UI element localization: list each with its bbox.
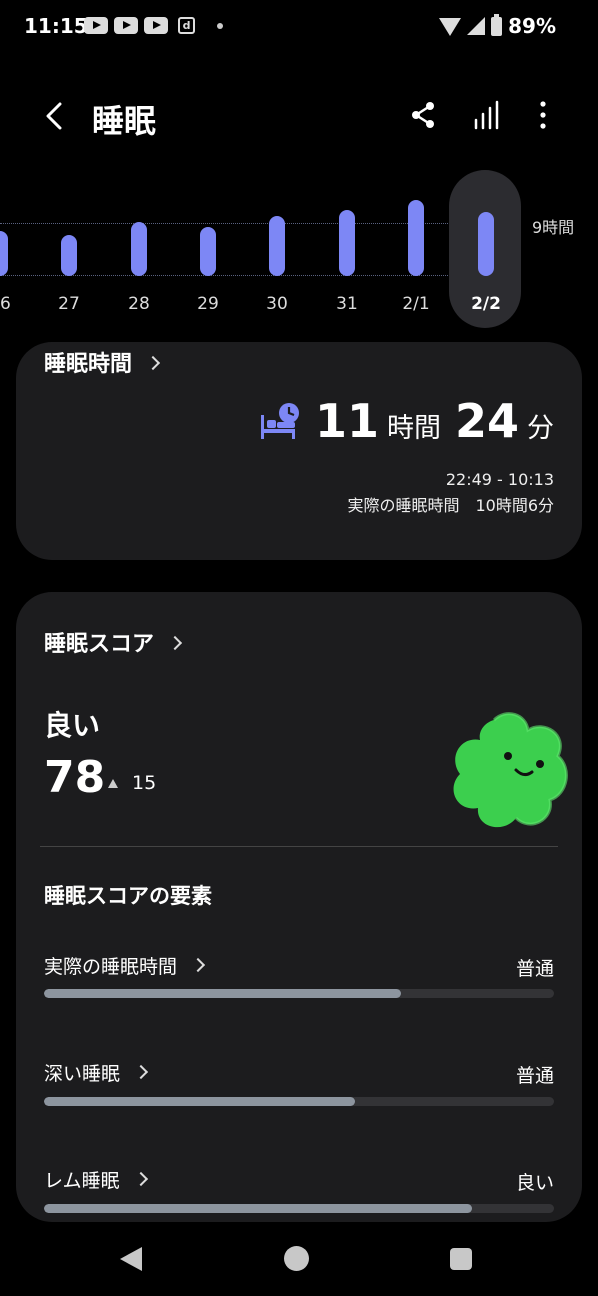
sleep-score-card[interactable]: 睡眠スコア 良い 78 15 睡眠スコアの要素 実際の睡眠時間 普通 深い睡眠 … — [16, 592, 582, 1222]
chart-x-label: 27 — [58, 294, 80, 314]
minutes-unit: 分 — [527, 413, 554, 444]
factor-progress-fill — [44, 1097, 356, 1106]
status-time: 11:15 — [24, 14, 88, 38]
chevron-right-icon — [133, 1064, 149, 1080]
sleep-time-card[interactable]: 睡眠時間 11 時間 24 分 22:49 - 10:13 実際の睡眠時間 10… — [16, 342, 582, 560]
chevron-right-icon — [190, 957, 206, 973]
chart-x-label: 2/2 — [471, 294, 501, 314]
back-arrow-icon[interactable] — [40, 98, 70, 134]
score-rating: 良い — [44, 709, 101, 742]
factor-rating: 良い — [515, 1172, 554, 1194]
score-factors-title: 睡眠スコアの要素 — [44, 884, 212, 908]
chevron-right-icon — [133, 1171, 148, 1187]
chart-x-label: 26 — [0, 294, 11, 314]
chart-x-label: 29 — [197, 294, 219, 314]
notification-icons: d — [84, 17, 223, 34]
sleep-duration-chart[interactable]: 9時間 26 27 28 29 30 31 2/1 2/2 — [0, 160, 598, 340]
factor-label[interactable]: レム睡眠 — [44, 1166, 148, 1193]
section-divider — [40, 846, 558, 847]
sleep-score-title[interactable]: 睡眠スコア — [44, 626, 183, 658]
score-mascot-icon — [453, 712, 568, 828]
sleep-hours: 11 — [314, 394, 379, 448]
nav-home-icon[interactable] — [284, 1246, 309, 1271]
score-change: 15 — [108, 772, 156, 794]
up-triangle-icon — [108, 778, 118, 788]
signal-icon — [467, 17, 486, 35]
chart-bar[interactable] — [408, 199, 424, 276]
score-change-value: 15 — [132, 772, 157, 794]
chart-bar[interactable] — [61, 234, 77, 276]
statistics-icon[interactable] — [472, 98, 502, 132]
factor-progress-track — [44, 1097, 554, 1106]
sleep-time-title[interactable]: 睡眠時間 — [44, 346, 161, 378]
chart-x-label: 2/1 — [402, 294, 430, 314]
battery-icon — [491, 13, 503, 36]
sleep-duration: 11 時間 24 分 — [259, 394, 554, 448]
chart-bar[interactable] — [131, 221, 147, 276]
status-bar: 11:15 d 89% — [0, 0, 598, 52]
chart-x-label: 28 — [128, 294, 150, 314]
chart-x-label: 30 — [266, 294, 288, 314]
bed-clock-icon — [260, 403, 299, 439]
factor-label[interactable]: 深い睡眠 — [44, 1059, 149, 1086]
wifi-icon — [439, 18, 462, 36]
chevron-right-icon — [167, 635, 183, 651]
page-title: 睡眠 — [92, 102, 157, 140]
chart-bar[interactable] — [200, 227, 216, 276]
d-app-icon: d — [178, 17, 195, 34]
reference-gridline — [0, 223, 452, 224]
factor-rating: 普通 — [515, 958, 554, 980]
system-nav-bar — [0, 1222, 598, 1296]
factor-progress-track — [44, 1204, 554, 1213]
chart-bar[interactable] — [339, 210, 355, 276]
actual-sleep-time: 実際の睡眠時間 10時間6分 — [347, 496, 554, 515]
score-value: 78 — [44, 752, 106, 803]
factor-progress-track — [44, 989, 554, 998]
factor-rating: 普通 — [515, 1065, 554, 1087]
nav-recents-icon[interactable] — [450, 1248, 472, 1270]
chevron-right-icon — [145, 355, 161, 371]
youtube-icon — [84, 17, 108, 34]
chart-bar[interactable] — [478, 212, 494, 276]
hours-unit: 時間 — [386, 413, 441, 444]
sleep-time-range: 22:49 - 10:13 — [445, 470, 554, 489]
chart-bar[interactable] — [269, 215, 285, 276]
chart-x-label: 31 — [336, 294, 358, 314]
factor-progress-fill — [44, 989, 401, 998]
sleep-minutes: 24 — [454, 394, 519, 448]
more-notifications-dot — [217, 23, 223, 29]
chart-bar[interactable] — [0, 231, 8, 276]
factor-progress-fill — [44, 1204, 473, 1213]
nav-back-icon[interactable] — [120, 1247, 142, 1271]
youtube-icon — [114, 17, 138, 34]
share-icon[interactable] — [408, 98, 438, 132]
youtube-icon — [144, 17, 168, 34]
factor-label[interactable]: 実際の睡眠時間 — [44, 952, 206, 979]
app-header: 睡眠 — [0, 88, 598, 144]
more-options-icon[interactable] — [530, 98, 560, 132]
reference-label: 9時間 — [532, 218, 575, 237]
battery-percent: 89% — [508, 14, 556, 38]
